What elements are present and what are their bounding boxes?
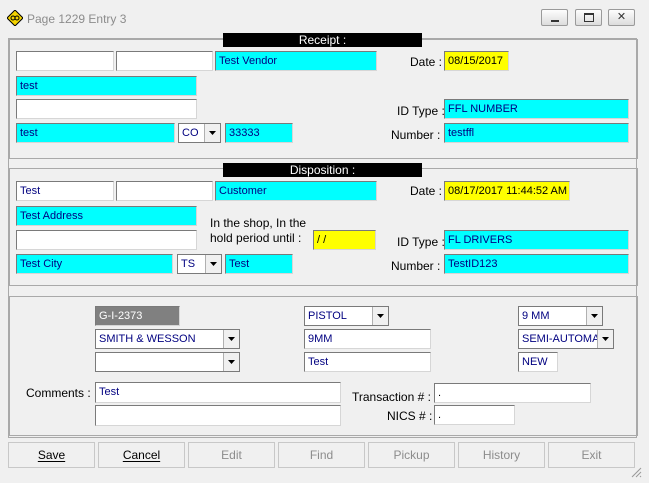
exit-button-label: Exit [581, 448, 602, 462]
hold-period-label-line1: In the shop, In the [210, 216, 307, 230]
receipt-name-field[interactable]: Test Vendor [215, 51, 377, 71]
history-button-label: History [482, 448, 521, 462]
pickup-button[interactable]: Pickup [368, 442, 455, 468]
resize-grip-icon[interactable] [630, 466, 642, 478]
disposition-zip-field[interactable]: Test [225, 254, 293, 274]
nics-label: NICS # : [387, 409, 433, 423]
receipt-state-combo[interactable]: CO [178, 123, 221, 143]
save-button[interactable]: Save [8, 442, 95, 468]
importer-combo[interactable] [95, 352, 240, 372]
close-button[interactable]: ✕ [608, 9, 635, 26]
disposition-number-field[interactable]: TestID123 [444, 254, 629, 274]
receipt-id-type-field[interactable]: FFL NUMBER [444, 99, 629, 119]
history-button[interactable]: History [458, 442, 545, 468]
caliber-field[interactable]: 9MM [304, 329, 431, 349]
disposition-id-type-field[interactable]: FL DRIVERS [444, 230, 629, 250]
disposition-date-label: Date : [410, 184, 443, 198]
model-field[interactable]: Test [304, 352, 431, 372]
cancel-button[interactable]: Cancel [98, 442, 185, 468]
comments-label: Comments : [26, 386, 91, 400]
disposition-address-field[interactable]: Test Address [16, 206, 197, 226]
restore-icon [583, 13, 594, 22]
chevron-down-icon[interactable] [586, 307, 602, 325]
receipt-city-field[interactable]: test [16, 123, 175, 143]
disposition-header: Disposition : [223, 163, 422, 177]
save-button-label: Save [37, 448, 66, 462]
disposition-state-combo[interactable]: TS [177, 254, 222, 274]
condition-field[interactable]: NEW [518, 352, 558, 372]
pickup-button-label: Pickup [393, 448, 430, 462]
edit-button[interactable]: Edit [188, 442, 275, 468]
disposition-address2-field[interactable] [16, 230, 197, 250]
caliber-combo-value: 9 MM [522, 310, 550, 322]
window-title: Page 1229 Entry 3 [27, 12, 127, 26]
receipt-address2-field[interactable] [16, 99, 197, 119]
chevron-down-icon[interactable] [205, 255, 221, 273]
receipt-zip-field[interactable]: 33333 [225, 123, 293, 143]
diamond-logo-icon [6, 9, 24, 27]
action-combo[interactable]: SEMI-AUTOMAT [518, 329, 614, 349]
hold-period-date-field[interactable]: / / [313, 230, 376, 250]
cancel-button-label: Cancel [122, 448, 161, 462]
chevron-down-icon[interactable] [597, 330, 613, 348]
receipt-middle-name-field[interactable] [116, 51, 213, 71]
receipt-number-field[interactable]: testffl [444, 123, 629, 143]
disposition-name-field[interactable]: Customer [215, 181, 377, 201]
receipt-address-field[interactable]: test [16, 76, 197, 96]
restore-button[interactable] [575, 9, 602, 26]
receipt-first-name-field[interactable] [16, 51, 114, 71]
transaction-label: Transaction # : [352, 390, 431, 404]
action-value: SEMI-AUTOMAT [522, 333, 606, 345]
chevron-down-icon[interactable] [223, 330, 239, 348]
receipt-header: Receipt : [223, 33, 422, 47]
receipt-state-value: CO [182, 127, 199, 139]
chevron-down-icon[interactable] [223, 353, 239, 371]
firearm-type-value: PISTOL [308, 310, 347, 322]
disposition-date-field[interactable]: 08/17/2017 11:44:52 AM [444, 181, 570, 201]
nics-field[interactable]: . [434, 405, 515, 425]
receipt-date-field[interactable]: 08/15/2017 [444, 51, 509, 71]
hold-period-label-line2: hold period until : [210, 231, 302, 245]
receipt-number-label: Number : [391, 128, 441, 142]
caliber-combo[interactable]: 9 MM [518, 306, 603, 326]
disposition-number-label: Number : [391, 259, 441, 273]
comments-field-2[interactable] [95, 405, 341, 426]
disposition-city-field[interactable]: Test City [16, 254, 173, 274]
stock-number-field[interactable]: G-I-2373 [95, 306, 180, 326]
title-bar: Page 1229 Entry 3 ✕ [0, 0, 649, 36]
find-button[interactable]: Find [278, 442, 365, 468]
receipt-date-label: Date : [410, 55, 443, 69]
receipt-id-type-label: ID Type : [397, 104, 445, 118]
comments-field[interactable]: Test [95, 382, 341, 403]
manufacturer-value: SMITH & WESSON [99, 333, 196, 345]
exit-button[interactable]: Exit [548, 442, 635, 468]
disposition-id-type-label: ID Type : [397, 235, 445, 249]
disposition-state-value: TS [181, 258, 196, 270]
chevron-down-icon[interactable] [372, 307, 388, 325]
transaction-field[interactable]: . [434, 383, 591, 403]
minimize-icon [550, 19, 559, 22]
firearm-type-combo[interactable]: PISTOL [304, 306, 389, 326]
disposition-first-name-field[interactable]: Test [16, 181, 114, 201]
find-button-label: Find [309, 448, 334, 462]
disposition-middle-name-field[interactable] [116, 181, 213, 201]
manufacturer-combo[interactable]: SMITH & WESSON [95, 329, 240, 349]
close-icon: ✕ [616, 11, 627, 23]
chevron-down-icon[interactable] [204, 124, 220, 142]
edit-button-label: Edit [221, 448, 242, 462]
minimize-button[interactable] [541, 9, 568, 26]
